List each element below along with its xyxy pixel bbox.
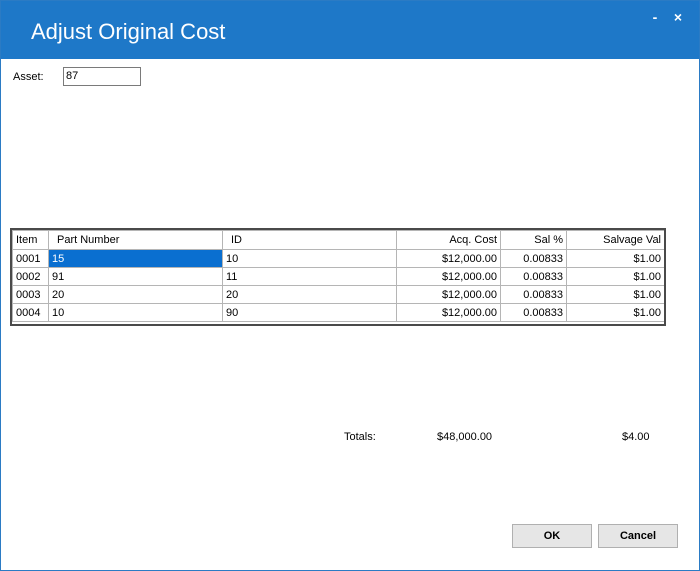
adjust-original-cost-dialog: Adjust Original Cost - × Asset: 87 Item … <box>0 0 700 571</box>
cell-item[interactable]: 0004 <box>12 303 49 322</box>
cell-id[interactable]: 90 <box>222 303 397 322</box>
cell-salvage-val[interactable]: $1.00 <box>566 267 664 286</box>
title-bar: Adjust Original Cost - × <box>1 1 699 59</box>
column-header-acq-cost[interactable]: Acq. Cost <box>396 230 501 250</box>
total-salvage-val: $4.00 <box>622 431 650 443</box>
window-title: Adjust Original Cost <box>31 19 226 44</box>
cell-item[interactable]: 0001 <box>12 249 49 268</box>
cost-grid: Item Part Number ID Acq. Cost Sal % Salv… <box>10 228 666 326</box>
table-row[interactable]: 0003 20 20 $12,000.00 0.00833 $1.00 <box>12 285 664 304</box>
table-row[interactable]: 0002 91 11 $12,000.00 0.00833 $1.00 <box>12 267 664 286</box>
table-row[interactable]: 0004 10 90 $12,000.00 0.00833 $1.00 <box>12 303 664 322</box>
cell-id[interactable]: 11 <box>222 267 397 286</box>
cell-item[interactable]: 0003 <box>12 285 49 304</box>
column-header-item[interactable]: Item <box>12 230 49 250</box>
cell-sal-pct[interactable]: 0.00833 <box>500 249 567 268</box>
table-row[interactable]: 0001 15 10 $12,000.00 0.00833 $1.00 <box>12 249 664 268</box>
cell-part-number[interactable]: 10 <box>48 303 223 322</box>
cell-id[interactable]: 10 <box>222 249 397 268</box>
asset-label: Asset: <box>13 71 44 83</box>
cell-acq-cost[interactable]: $12,000.00 <box>396 249 501 268</box>
totals-label: Totals: <box>344 431 376 443</box>
total-acq-cost: $48,000.00 <box>437 431 493 443</box>
cost-table: Item Part Number ID Acq. Cost Sal % Salv… <box>12 230 664 322</box>
cell-sal-pct[interactable]: 0.00833 <box>500 267 567 286</box>
asset-field[interactable]: 87 <box>63 67 141 86</box>
cell-sal-pct[interactable]: 0.00833 <box>500 303 567 322</box>
cell-acq-cost[interactable]: $12,000.00 <box>396 285 501 304</box>
column-header-sal-pct[interactable]: Sal % <box>500 230 567 250</box>
cell-part-number[interactable]: 20 <box>48 285 223 304</box>
cell-part-number[interactable]: 15 <box>48 249 223 268</box>
ok-button[interactable]: OK <box>512 524 592 548</box>
minimize-button[interactable]: - <box>646 9 664 25</box>
cell-acq-cost[interactable]: $12,000.00 <box>396 303 501 322</box>
cell-part-number[interactable]: 91 <box>48 267 223 286</box>
cell-sal-pct[interactable]: 0.00833 <box>500 285 567 304</box>
cancel-button[interactable]: Cancel <box>598 524 678 548</box>
column-header-part-number[interactable]: Part Number <box>48 230 223 250</box>
column-header-id[interactable]: ID <box>222 230 397 250</box>
cell-id[interactable]: 20 <box>222 285 397 304</box>
close-button[interactable]: × <box>669 9 687 25</box>
cell-item[interactable]: 0002 <box>12 267 49 286</box>
cell-acq-cost[interactable]: $12,000.00 <box>396 267 501 286</box>
table-header-row: Item Part Number ID Acq. Cost Sal % Salv… <box>12 230 664 250</box>
cell-salvage-val[interactable]: $1.00 <box>566 249 664 268</box>
column-header-salvage-val[interactable]: Salvage Val <box>566 230 664 250</box>
cell-salvage-val[interactable]: $1.00 <box>566 285 664 304</box>
cell-salvage-val[interactable]: $1.00 <box>566 303 664 322</box>
